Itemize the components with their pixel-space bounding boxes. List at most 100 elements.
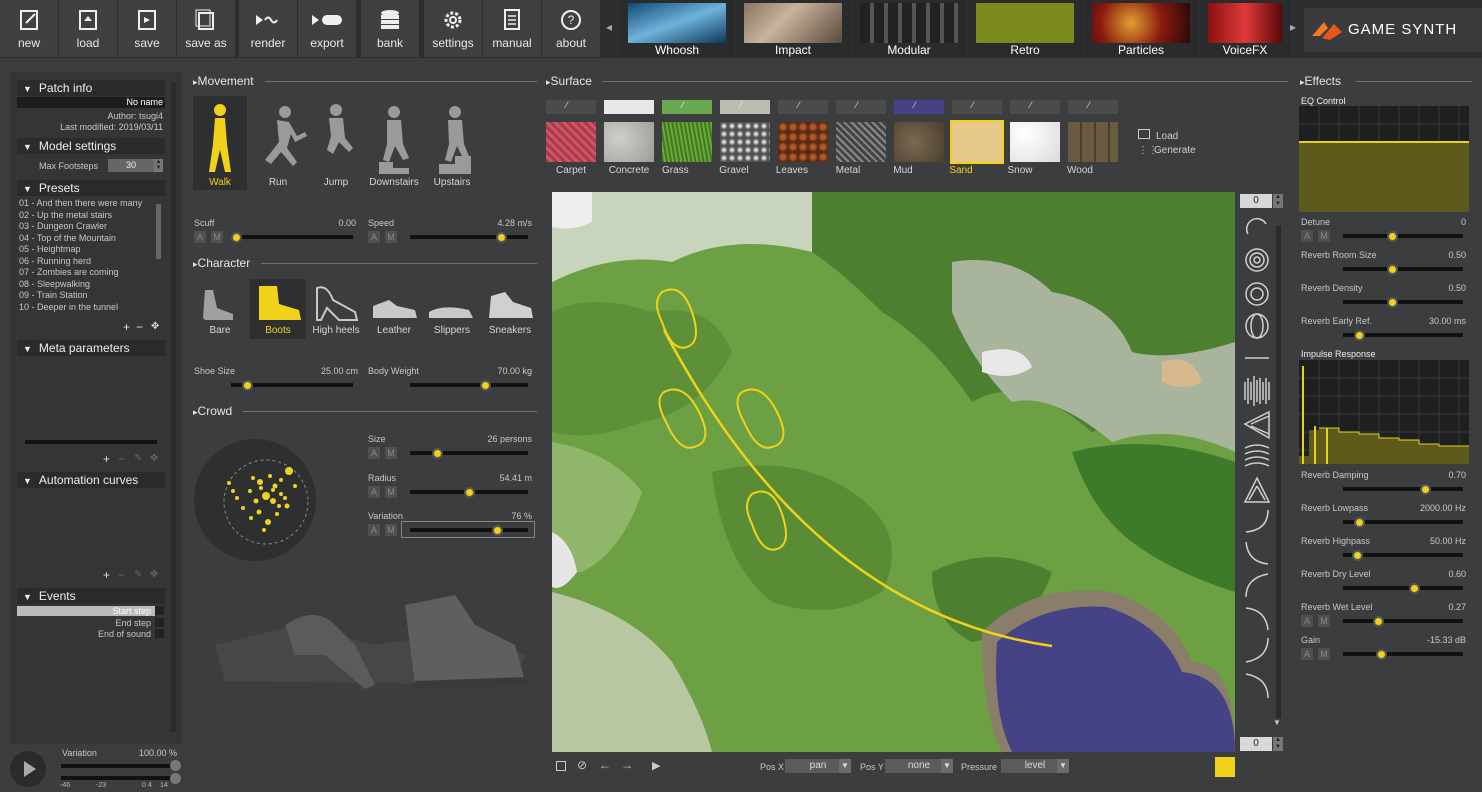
presets-header[interactable]: ▼ Presets <box>17 180 165 196</box>
spiral-open-tool-icon[interactable] <box>1245 282 1269 306</box>
detune-slider[interactable] <box>1343 234 1463 238</box>
reverb-room-size-slider[interactable] <box>1343 267 1463 271</box>
triangle-tool-icon[interactable] <box>1243 476 1271 503</box>
add-icon[interactable]: + <box>103 568 110 582</box>
library-particles[interactable]: Particles <box>1084 0 1198 57</box>
max-footsteps-input[interactable]: 30 <box>108 159 154 172</box>
curve-up-left-tool-icon[interactable] <box>1245 573 1269 598</box>
pressure-dropdown[interactable]: level ▼ <box>1001 759 1069 773</box>
preset-item[interactable]: 02 - Up the metal stairs <box>19 210 112 220</box>
reverb-wet-level-knob[interactable] <box>1372 616 1384 627</box>
preset-item[interactable]: 03 - Dungeon Crawler <box>19 221 107 231</box>
automation-curves-header[interactable]: ▼ Automation curves <box>17 472 165 488</box>
bare-foot-icon[interactable] <box>203 290 233 320</box>
ramp-tool-icon[interactable] <box>1243 410 1270 440</box>
wood-swatch[interactable] <box>1068 122 1118 162</box>
left-panel-scrollbar[interactable] <box>171 82 176 732</box>
event-end-of-sound[interactable]: End of sound <box>17 629 155 639</box>
concrete-swatch[interactable] <box>604 122 654 162</box>
reverb-dry-level-slider[interactable] <box>1343 586 1463 590</box>
carpet-swatch[interactable] <box>546 122 596 162</box>
library-impact[interactable]: Impact <box>736 0 850 57</box>
crowd-radius-knob[interactable] <box>464 487 475 498</box>
load-button[interactable]: load <box>59 0 117 57</box>
automation-a-button[interactable]: A <box>368 486 380 498</box>
speed-knob[interactable] <box>496 232 508 243</box>
redo-arrow-icon[interactable]: → <box>621 758 633 772</box>
automation-a-button[interactable]: A <box>1301 230 1313 242</box>
scuff-knob[interactable] <box>231 232 242 243</box>
events-header[interactable]: ▼ Events <box>17 588 165 604</box>
crowd-size-knob[interactable] <box>431 448 443 459</box>
walk-label[interactable]: Walk <box>192 177 248 188</box>
library-whoosh[interactable]: Whoosh <box>620 0 734 57</box>
crowd-map[interactable] <box>193 426 317 576</box>
crowd-variation-slider[interactable] <box>410 528 528 532</box>
bottom-counter[interactable]: 0 <box>1240 737 1272 751</box>
render-button[interactable]: render <box>239 0 297 57</box>
oval-tool-icon[interactable] <box>1245 313 1269 339</box>
sneakers-label[interactable]: Sneakers <box>482 325 538 336</box>
automation-a-button[interactable]: A <box>368 524 380 536</box>
library-prev-icon[interactable]: ◂ <box>606 20 612 34</box>
preset-item[interactable]: 05 - Heightmap <box>19 244 81 254</box>
new-button[interactable]: new <box>0 0 58 57</box>
concrete-color-chip[interactable]: ⁄ <box>604 100 654 114</box>
scuff-slider[interactable] <box>231 235 353 239</box>
fit-view-icon[interactable] <box>556 761 566 771</box>
preset-item[interactable]: 06 - Running herd <box>19 256 91 266</box>
shape-tools-scrollbar[interactable] <box>1276 226 1281 718</box>
carpet-color-chip[interactable]: ⁄ <box>546 100 596 114</box>
event-checkbox[interactable] <box>155 606 164 615</box>
snow-color-chip[interactable]: ⁄ <box>1010 100 1060 114</box>
arc-tool-icon[interactable] <box>1245 218 1267 235</box>
crowd-variation-knob[interactable] <box>492 525 504 536</box>
library-next-icon[interactable]: ▸ <box>1290 20 1296 34</box>
automation-m-button[interactable]: M <box>1318 615 1330 627</box>
curve-up-right-tool-icon[interactable] <box>1245 509 1269 533</box>
automation-a-button[interactable]: A <box>1301 648 1313 660</box>
leather-label[interactable]: Leather <box>366 325 422 336</box>
run-label[interactable]: Run <box>250 177 306 188</box>
bare-label[interactable]: Bare <box>192 325 248 336</box>
upstairs-figure-icon[interactable] <box>439 106 471 174</box>
reverb-density-slider[interactable] <box>1343 300 1463 304</box>
library-modular[interactable]: Modular <box>852 0 966 57</box>
bottom-counter-stepper[interactable]: ▲ ▼ <box>1273 737 1283 751</box>
curve-bend-tool-icon[interactable] <box>1245 673 1269 699</box>
crowd-size-slider[interactable] <box>410 451 528 455</box>
automation-m-button[interactable]: M <box>385 524 397 536</box>
automation-m-button[interactable]: M <box>385 231 397 243</box>
upstairs-label[interactable]: Upstairs <box>424 177 480 188</box>
scroll-down-icon[interactable]: ▼ <box>1273 718 1281 727</box>
reverb-damping-slider[interactable] <box>1343 487 1463 491</box>
wave-tool-icon[interactable] <box>1244 444 1270 467</box>
variation-slider[interactable] <box>61 764 175 768</box>
jump-label[interactable]: Jump <box>308 177 364 188</box>
automation-a-button[interactable]: A <box>368 447 380 459</box>
patch-info-header[interactable]: ▼ Patch info <box>17 80 165 96</box>
metal-label[interactable]: Metal <box>820 165 876 176</box>
slipper-icon[interactable] <box>429 307 473 318</box>
reverb-highpass-knob[interactable] <box>1351 550 1363 561</box>
jump-figure-icon[interactable] <box>327 104 353 154</box>
metal-swatch[interactable] <box>836 122 886 162</box>
event-end-step[interactable]: End step <box>17 618 155 628</box>
reverb-damping-knob[interactable] <box>1420 484 1431 495</box>
preview-play-icon[interactable]: ▶ <box>652 759 660 772</box>
move-icon[interactable]: ✥ <box>151 321 159 332</box>
body-weight-slider[interactable] <box>410 383 528 387</box>
gravel-color-chip[interactable]: ⁄ <box>720 100 770 114</box>
preset-item[interactable]: 09 - Train Station <box>19 290 88 300</box>
leaves-color-chip[interactable]: ⁄ <box>778 100 828 114</box>
automation-a-button[interactable]: A <box>1301 615 1313 627</box>
curve-down-left-tool-icon[interactable] <box>1245 607 1269 631</box>
automation-m-button[interactable]: M <box>1318 648 1330 660</box>
curve-bulge-tool-icon[interactable] <box>1245 637 1269 663</box>
automation-a-button[interactable]: A <box>368 231 380 243</box>
add-icon[interactable]: + <box>103 452 110 466</box>
event-checkbox[interactable] <box>155 618 164 627</box>
top-counter[interactable]: 0 <box>1240 194 1272 208</box>
automation-m-button[interactable]: M <box>385 486 397 498</box>
top-counter-stepper[interactable]: ▲ ▼ <box>1273 194 1283 208</box>
